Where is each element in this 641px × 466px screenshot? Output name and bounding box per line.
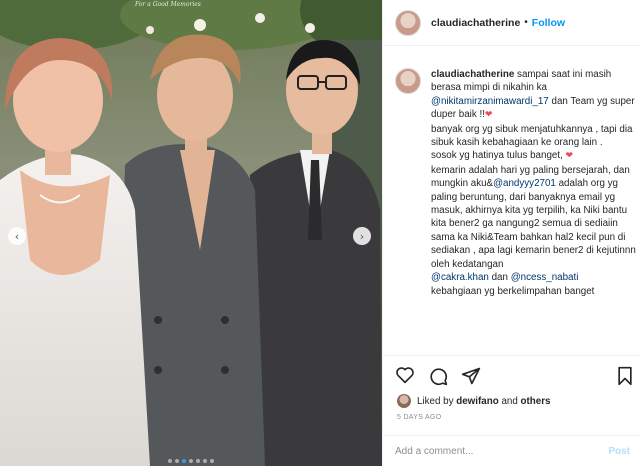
caption-line: adalah org yg paling beruntung, dari ban… bbox=[431, 178, 636, 270]
caption-line: dan bbox=[491, 272, 508, 284]
share-icon[interactable] bbox=[461, 366, 481, 386]
likes-others-link[interactable]: others bbox=[521, 396, 551, 407]
comment-input[interactable] bbox=[395, 445, 609, 457]
carousel-indicator bbox=[0, 459, 382, 463]
caption-avatar[interactable] bbox=[395, 68, 421, 94]
liker-avatar[interactable] bbox=[397, 394, 411, 408]
post-header: claudiachatherine • Follow bbox=[383, 0, 641, 46]
caption-line: kebahgiaan yg berkelimpahan banget bbox=[431, 285, 595, 297]
mention-link[interactable]: @ncess_nabati bbox=[511, 272, 579, 283]
heart-emoji-icon: ❤ bbox=[484, 110, 493, 121]
chevron-right-icon: › bbox=[359, 229, 365, 243]
heart-outline-icon[interactable] bbox=[395, 366, 415, 386]
heart-emoji-icon: ❤ bbox=[565, 151, 574, 162]
post-caption: claudiachatherine sampai saat ini masih … bbox=[395, 68, 640, 298]
post-photo[interactable]: For a Good Memories ‹ › bbox=[0, 0, 382, 466]
post-timestamp[interactable]: 5 DAYS AGO bbox=[397, 414, 442, 421]
wedding-photo-image bbox=[0, 0, 382, 466]
carousel-next-button[interactable]: › bbox=[353, 227, 371, 245]
avatar[interactable] bbox=[395, 9, 421, 36]
mention-link[interactable]: @andyyy2701 bbox=[493, 178, 556, 189]
comment-icon[interactable] bbox=[428, 366, 448, 386]
chevron-left-icon: ‹ bbox=[14, 229, 20, 243]
liker-username[interactable]: dewifano bbox=[456, 396, 498, 407]
bookmark-icon[interactable] bbox=[616, 366, 634, 391]
carousel-dot bbox=[210, 459, 214, 463]
photo-watermark: For a Good Memories bbox=[135, 1, 201, 8]
caption-text: claudiachatherine sampai saat ini masih … bbox=[431, 68, 640, 298]
carousel-dot bbox=[182, 459, 186, 463]
caption-line: sosok yg hatinya tulus banget, bbox=[431, 150, 563, 162]
carousel-dot bbox=[203, 459, 207, 463]
comment-bar: Post bbox=[383, 435, 641, 466]
carousel-dot bbox=[175, 459, 179, 463]
carousel-prev-button[interactable]: ‹ bbox=[8, 227, 26, 245]
post-comment-button[interactable]: Post bbox=[608, 446, 630, 457]
carousel-dot bbox=[189, 459, 193, 463]
carousel-dot bbox=[168, 459, 172, 463]
likes-prefix: Liked by bbox=[417, 395, 454, 407]
header-username[interactable]: claudiachatherine bbox=[431, 17, 520, 29]
follow-button[interactable]: Follow bbox=[532, 17, 565, 29]
caption-line: banyak org yg sibuk menjatuhkannya , tap… bbox=[431, 123, 633, 149]
likes-middle: and bbox=[501, 395, 518, 407]
caption-username[interactable]: claudiachatherine bbox=[431, 69, 514, 80]
carousel-dot bbox=[196, 459, 200, 463]
post-side-panel: claudiachatherine • Follow claudiachathe… bbox=[382, 0, 641, 466]
header-separator: • bbox=[524, 17, 528, 28]
mention-link[interactable]: @cakra.khan bbox=[431, 272, 489, 283]
post-actions: Liked by dewifano and others 5 DAYS AGO bbox=[383, 355, 641, 435]
mention-link[interactable]: @nikitamirzanimawardi_17 bbox=[431, 96, 549, 107]
likes-summary: Liked by dewifano and others bbox=[397, 394, 550, 408]
